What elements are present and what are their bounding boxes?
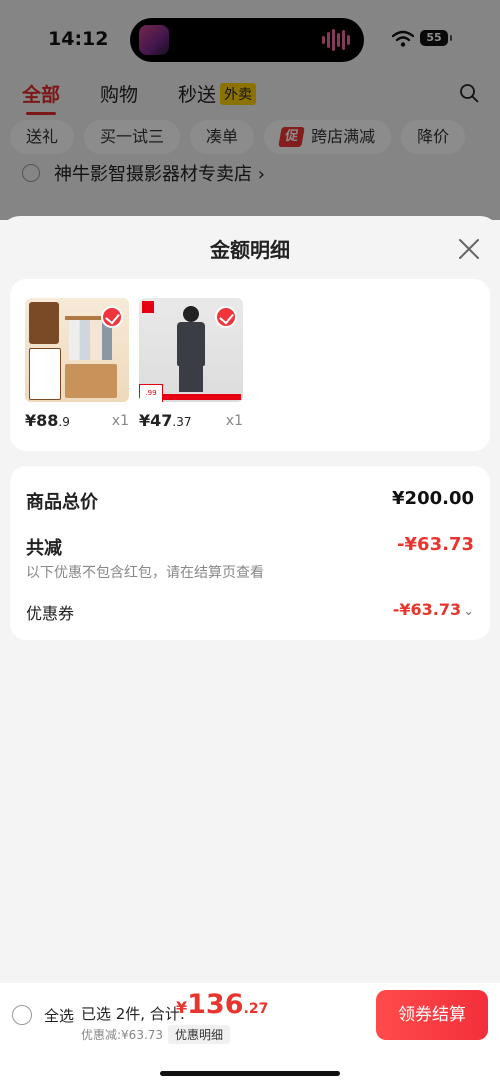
sheet-title: 金额明细 (210, 238, 290, 262)
close-icon[interactable] (456, 236, 482, 262)
select-all-label[interactable]: 全选 (44, 1005, 74, 1026)
discount-detail-button[interactable]: 优惠明细 (168, 1025, 231, 1044)
price-summary-card: 商品总价 ¥200.00 共减 -¥63.73 以下优惠不包含红包，请在结算页查… (10, 466, 490, 640)
selected-count: 已选 2件, 合计: (81, 1005, 185, 1023)
product-price: ¥88.9 (25, 411, 70, 430)
total-price-value: ¥200.00 (392, 488, 474, 509)
coupon-value[interactable]: -¥63.73 ⌄ (393, 600, 474, 619)
discount-amount: 优惠减:¥63.73 (81, 1028, 164, 1042)
checkout-bar: 全选 已选 2件, 合计: ¥136.27 优惠减:¥63.73 优惠明细 领券… (0, 983, 500, 1087)
total-amount: ¥136.27 (176, 989, 269, 1020)
total-discount-value: -¥63.73 (397, 534, 474, 555)
product-card: ¥88.9 x1 .99 ¥47.37 x1 (10, 279, 490, 451)
modal-overlay[interactable] (0, 0, 500, 220)
product-image-jumpsuit: .99 (139, 298, 243, 402)
total-price-label: 商品总价 (26, 492, 98, 513)
product-qty: x1 (111, 413, 129, 429)
discount-note: 以下优惠不包含红包，请在结算页查看 (26, 565, 264, 581)
home-indicator[interactable] (160, 1071, 340, 1076)
checkout-button[interactable]: 领券结算 (376, 990, 488, 1040)
product-qty: x1 (225, 413, 243, 429)
product-price: ¥47.37 (139, 411, 192, 430)
select-all-radio[interactable] (12, 1005, 32, 1025)
total-discount-label: 共减 (26, 538, 62, 559)
chevron-down-icon: ⌄ (463, 604, 474, 619)
amount-detail-sheet: 金额明细 ¥88.9 x1 .99 ¥47.37 x1 商品总价 ¥200.00… (0, 216, 500, 1087)
product-item[interactable]: .99 ¥47.37 x1 (139, 298, 243, 430)
selected-check-icon[interactable] (215, 306, 237, 328)
product-image-clothes-rack (25, 298, 129, 402)
product-item[interactable]: ¥88.9 x1 (25, 298, 129, 430)
selected-check-icon[interactable] (101, 306, 123, 328)
coupon-label: 优惠券 (26, 604, 75, 623)
